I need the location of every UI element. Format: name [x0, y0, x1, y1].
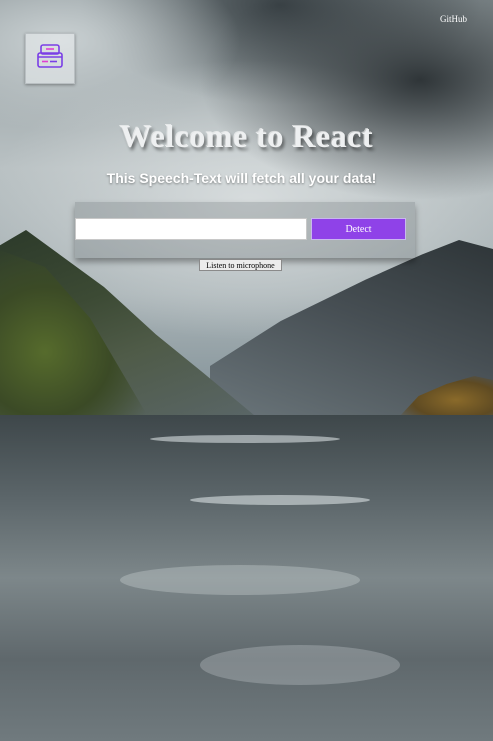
- speech-text-input[interactable]: [75, 218, 307, 240]
- app-logo: [25, 33, 75, 84]
- inbox-tray-icon: [36, 43, 64, 74]
- listen-microphone-button[interactable]: Listen to microphone: [199, 259, 282, 271]
- page-subtitle: This Speech-Text will fetch all your dat…: [106, 170, 377, 186]
- detect-button[interactable]: Detect: [311, 218, 406, 240]
- background-scene: [0, 0, 493, 741]
- lake-water: [0, 415, 493, 741]
- page-title: Welcome to React: [119, 118, 374, 154]
- github-link[interactable]: GitHub: [440, 14, 467, 24]
